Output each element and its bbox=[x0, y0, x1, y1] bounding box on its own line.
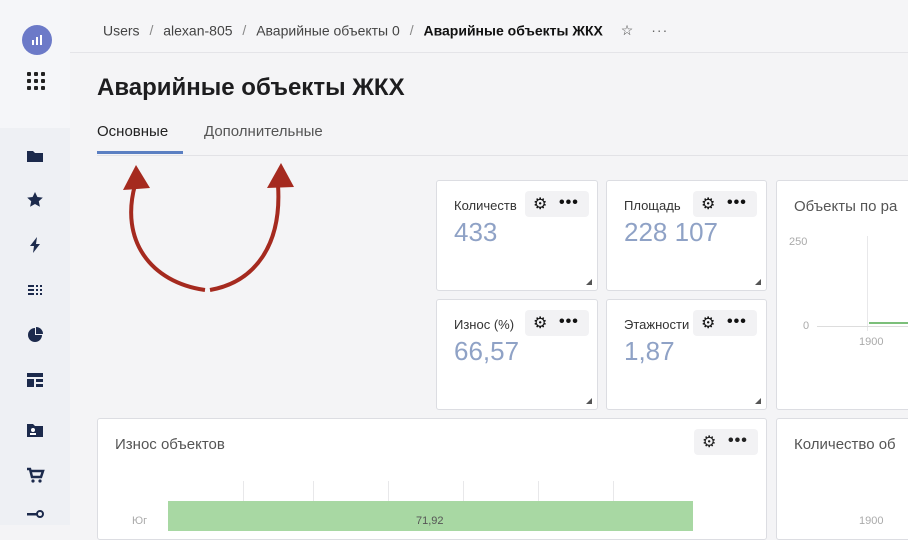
resize-handle-icon[interactable] bbox=[755, 398, 761, 404]
kpi-value: 228 107 bbox=[624, 217, 718, 247]
arrow-right-head bbox=[267, 163, 294, 188]
chart-title: Износ объектов bbox=[115, 436, 225, 453]
chart-card-count: Количество об 1900 bbox=[776, 418, 908, 540]
kpi-label: Количеств bbox=[454, 198, 517, 213]
category-label: Юг bbox=[132, 515, 148, 527]
more-options-icon[interactable]: ••• bbox=[727, 313, 747, 331]
settings-gear-icon[interactable]: ⚙ bbox=[533, 194, 547, 214]
arrow-left-head bbox=[123, 165, 150, 190]
bar-data-label: 71,92 bbox=[416, 515, 444, 527]
chart-card-wear: Износ объектов ⚙ ••• Юг 71,92 bbox=[97, 418, 767, 540]
resize-handle-icon[interactable] bbox=[755, 279, 761, 285]
kpi-card-wear: Износ (%) 66,57 ⚙ ••• bbox=[436, 299, 598, 410]
chart-title: Объекты по ра bbox=[794, 198, 898, 215]
kpi-label: Износ (%) bbox=[454, 317, 515, 332]
resize-handle-icon[interactable] bbox=[586, 398, 592, 404]
kpi-card-count: Количеств 433 ⚙ ••• bbox=[436, 180, 598, 291]
kpi-value: 1,87 bbox=[624, 336, 675, 366]
grid-line bbox=[867, 236, 868, 331]
chart-title: Количество об bbox=[794, 436, 896, 453]
resize-handle-icon[interactable] bbox=[586, 279, 592, 285]
kpi-card-floors: Этажности 1,87 ⚙ ••• bbox=[606, 299, 767, 410]
widget-tools: ⚙ ••• bbox=[525, 310, 589, 336]
kpi-value: 66,57 bbox=[454, 336, 520, 366]
chart-card-objects-by: Объекты по ра 250 0 1900 bbox=[776, 180, 908, 410]
x-tick-label: 1900 bbox=[859, 515, 884, 527]
kpi-card-area: Площадь 228 107 ⚙ ••• bbox=[606, 180, 767, 291]
x-tick-label: 1900 bbox=[859, 336, 884, 348]
widget-tools: ⚙ ••• bbox=[693, 191, 757, 217]
arrow-left bbox=[129, 184, 206, 292]
widget-tools: ⚙ ••• bbox=[525, 191, 589, 217]
more-options-icon[interactable]: ••• bbox=[727, 194, 747, 212]
settings-gear-icon[interactable]: ⚙ bbox=[701, 194, 715, 214]
more-options-icon[interactable]: ••• bbox=[559, 194, 579, 212]
kpi-label: Площадь bbox=[624, 198, 681, 213]
kpi-label: Этажности bbox=[624, 317, 690, 332]
y-tick-label: 250 bbox=[789, 236, 808, 248]
settings-gear-icon[interactable]: ⚙ bbox=[701, 313, 715, 333]
widget-tools: ⚙ ••• bbox=[693, 310, 757, 336]
arrow-right bbox=[209, 184, 281, 292]
x-axis-line bbox=[817, 326, 908, 327]
kpi-value: 433 bbox=[454, 217, 498, 247]
settings-gear-icon[interactable]: ⚙ bbox=[702, 432, 716, 452]
more-options-icon[interactable]: ••• bbox=[728, 432, 748, 450]
widget-tools: ⚙ ••• bbox=[694, 429, 758, 455]
y-tick-label: 0 bbox=[803, 320, 810, 332]
series-line bbox=[869, 322, 908, 324]
settings-gear-icon[interactable]: ⚙ bbox=[533, 313, 547, 333]
more-options-icon[interactable]: ••• bbox=[559, 313, 579, 331]
